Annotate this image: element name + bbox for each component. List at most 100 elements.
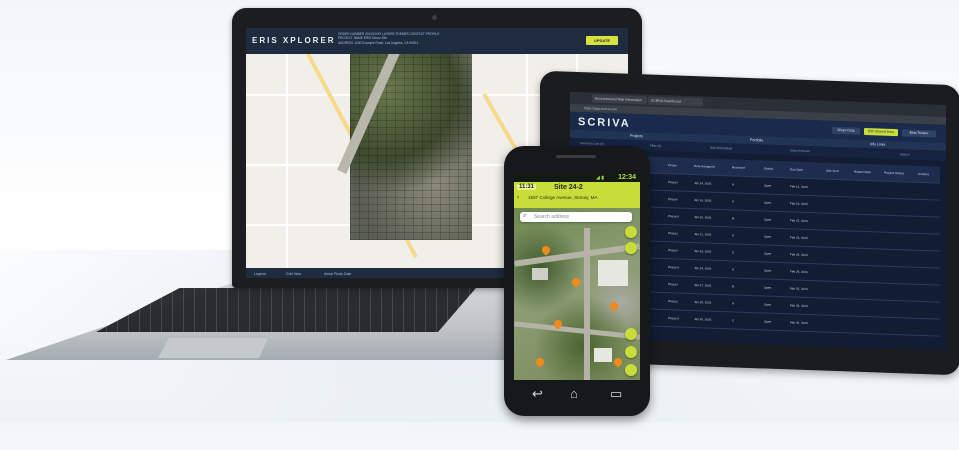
beta-testers-button[interactable]: Beta Testers: [902, 129, 936, 138]
locate-fab-icon[interactable]: [625, 242, 637, 254]
search-field[interactable]: Search: [900, 152, 910, 156]
draw-fab-icon[interactable]: [625, 364, 637, 376]
share-data-button[interactable]: Share Data: [832, 126, 860, 135]
recents-icon[interactable]: ▭: [610, 386, 622, 402]
update-button[interactable]: UPDATE: [586, 36, 618, 45]
table-cell: Open: [764, 268, 772, 273]
table-cell: Phase II: [668, 316, 680, 321]
column-header[interactable]: Reviewer: [732, 165, 745, 169]
status-time: 12:34: [618, 174, 636, 181]
table-cell: Open: [764, 251, 772, 256]
site-app-bar: 11:31 Site 24-2 ‹ 1567 College Avenue, S…: [514, 182, 640, 208]
table-cell: Feb 22, 2020: [790, 218, 808, 224]
table-cell: Open: [764, 319, 772, 324]
table-cell: Jan 24, 2020: [694, 266, 712, 271]
back-icon[interactable]: ↩: [532, 386, 543, 402]
table-cell: Feb 24, 2020: [790, 235, 808, 241]
eris-header: ERIS XPLORER ORDER NUMBER 20XXXXXX LAYER…: [246, 28, 628, 54]
add-fab-icon[interactable]: [625, 328, 637, 340]
column-header[interactable]: Date Assigned: [694, 164, 715, 169]
eris-logo: ERIS XPLORER: [252, 36, 336, 45]
phone-device: ◢ ▮ 12:34 11:31 Site 24-2 ‹ 1567 College…: [504, 146, 650, 416]
meta-line: ADDRESS 1000 Example Road, Los Angeles, …: [338, 40, 419, 45]
legend-link[interactable]: Legend: [254, 272, 266, 276]
clock-badge: 11:31: [517, 184, 537, 190]
site-marker-icon[interactable]: [608, 300, 620, 312]
site-marker-icon[interactable]: [612, 356, 624, 368]
table-cell: A: [732, 182, 735, 187]
table-cell: C: [732, 250, 735, 255]
table-cell: Mar 05, 2020: [790, 320, 808, 326]
map-road: [286, 54, 288, 268]
table-cell: Jan 21, 2020: [694, 232, 712, 237]
table-cell: Jan 23, 2020: [694, 249, 712, 254]
aerial-freeway: [337, 54, 404, 174]
column-header[interactable]: Due Date: [790, 167, 803, 171]
camera-fab-icon[interactable]: [625, 346, 637, 358]
back-arrow-icon[interactable]: ‹: [517, 195, 519, 201]
table-cell: Jan 30, 2020: [694, 317, 712, 322]
table-cell: Phase I: [668, 180, 679, 185]
column-header[interactable]: Actions: [918, 172, 929, 176]
table-cell: Open: [764, 234, 772, 239]
aerial-date-link[interactable]: Aerial Photo Date: [324, 272, 351, 276]
table-cell: Mar 03, 2020: [790, 303, 808, 309]
speaker-grille: [556, 155, 596, 158]
eris-header-meta: ORDER NUMBER 20XXXXXX LAYERS THEMES CONT…: [338, 32, 478, 45]
filter-dropdown[interactable]: Filter (0): [650, 144, 661, 148]
table-cell: Mar 02, 2020: [790, 286, 808, 292]
grid-view-link[interactable]: Grid View: [286, 272, 301, 276]
table-cell: Phase I: [668, 282, 679, 287]
table-cell: Jan 14, 2020: [694, 181, 712, 186]
table-cell: C: [732, 318, 735, 323]
table-cell: A: [732, 301, 735, 306]
column-header[interactable]: Project Status: [884, 171, 904, 176]
column-header[interactable]: Report Date: [854, 170, 871, 175]
home-icon[interactable]: ⌂: [570, 386, 578, 401]
signal-battery-icon: ◢ ▮: [596, 175, 604, 181]
scriva-logo: SCRIVA: [578, 115, 631, 130]
table-cell: Open: [764, 302, 772, 307]
bulk-edit-button[interactable]: Bulk Edit/Update: [710, 146, 732, 151]
search-input[interactable]: ⌕ Search address: [520, 212, 632, 222]
camera-icon: [432, 15, 437, 20]
site-marker-icon[interactable]: [534, 356, 546, 368]
browser-tab[interactable]: Environmental Risk Information: [592, 94, 647, 105]
column-header[interactable]: Phase: [668, 163, 677, 167]
status-bar: ◢ ▮ 12:34: [514, 174, 640, 182]
browser-tab[interactable]: SCRIVA Dashboard: [648, 96, 703, 107]
search-placeholder: Search address: [534, 214, 570, 220]
table-cell: Phase I: [668, 299, 679, 304]
android-nav-bar: ↩ ⌂ ▭: [514, 382, 640, 406]
table-cell: A: [732, 267, 735, 272]
table-cell: Open: [764, 285, 772, 290]
table-cell: Phase II: [668, 214, 680, 219]
table-cell: Open: [764, 217, 772, 222]
table-cell: Jan 20, 2020: [694, 215, 712, 220]
table-cell: Jan 27, 2020: [694, 283, 712, 288]
table-cell: Phase I: [668, 248, 679, 253]
phone-screen: ◢ ▮ 12:34 11:31 Site 24-2 ‹ 1567 College…: [514, 174, 640, 380]
table-cell: Phase II: [668, 265, 680, 270]
table-cell: Jan 28, 2020: [694, 300, 712, 305]
edit-shared-button[interactable]: Edit Shared Data: [864, 127, 898, 137]
map-building: [594, 348, 612, 362]
table-cell: A: [732, 233, 735, 238]
table-cell: Phase I: [668, 197, 679, 202]
site-title: Site 24-2: [554, 184, 583, 191]
site-marker-icon[interactable]: [570, 276, 582, 288]
column-header[interactable]: Status: [764, 166, 773, 170]
show-archived-toggle[interactable]: Show Archived: [790, 148, 810, 153]
layers-fab-icon[interactable]: [625, 226, 637, 238]
search-icon: ⌕: [523, 213, 527, 219]
tab-portfolio[interactable]: Portfolio: [750, 138, 763, 142]
site-map[interactable]: [514, 208, 640, 380]
tab-info-links[interactable]: Info Links: [870, 142, 885, 147]
table-cell: Feb 26, 2020: [790, 252, 808, 258]
site-address: 1567 College Avenue, Stoney, MA: [528, 195, 598, 200]
site-marker-icon[interactable]: [540, 244, 552, 256]
tab-projects[interactable]: Projects: [630, 134, 643, 138]
map-building: [532, 268, 548, 280]
column-header[interactable]: Site Visit: [826, 169, 839, 173]
table-cell: B: [732, 284, 735, 289]
